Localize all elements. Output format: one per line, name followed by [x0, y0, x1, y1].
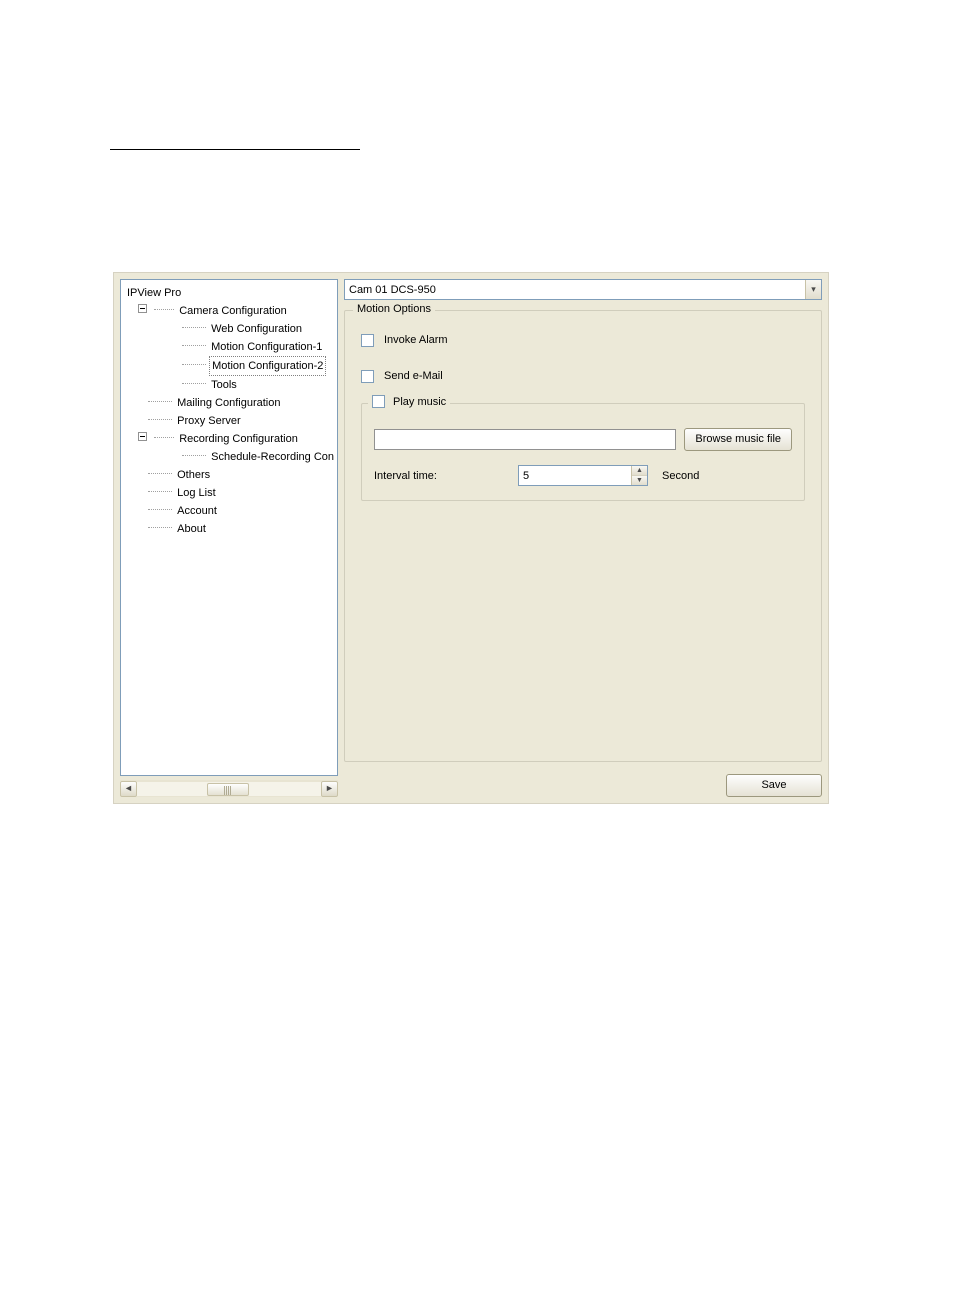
scroll-track[interactable] [137, 781, 321, 797]
interval-spinner[interactable]: 5 ▲ ▼ [518, 465, 648, 486]
play-music-group: Play music Browse music file Interval ti… [361, 403, 805, 501]
tree-item-camera-config[interactable]: Camera Configuration [177, 302, 289, 320]
minus-icon[interactable] [138, 432, 147, 441]
camera-select[interactable]: Cam 01 DCS-950 ▾ [344, 279, 822, 300]
motion-options-group: Motion Options Invoke Alarm Send e-Mail … [344, 310, 822, 762]
interval-label: Interval time: [374, 470, 504, 482]
invoke-alarm-checkbox[interactable] [361, 334, 374, 347]
tree-panel: IPView Pro Camera Configuration [120, 279, 338, 797]
tree-item-motion1[interactable]: Motion Configuration-1 [209, 338, 324, 356]
tree-item-loglist[interactable]: Log List [175, 484, 218, 502]
tree-item-proxy[interactable]: Proxy Server [175, 412, 243, 430]
scroll-left-icon[interactable]: ◄ [120, 781, 137, 797]
motion-options-legend: Motion Options [353, 303, 435, 315]
interval-value: 5 [523, 470, 529, 482]
save-button[interactable]: Save [726, 774, 822, 797]
tree-view[interactable]: IPView Pro Camera Configuration [120, 279, 338, 776]
send-email-checkbox[interactable] [361, 370, 374, 383]
tree-item-mailing[interactable]: Mailing Configuration [175, 394, 282, 412]
send-email-label: Send e-Mail [384, 370, 443, 382]
invoke-alarm-label: Invoke Alarm [384, 334, 448, 346]
minus-icon[interactable] [138, 304, 147, 313]
right-panel: Cam 01 DCS-950 ▾ Motion Options Invoke A… [344, 279, 822, 797]
tree-item-recording[interactable]: Recording Configuration [177, 430, 300, 448]
spinner-up-icon[interactable]: ▲ [632, 466, 647, 476]
music-file-input[interactable] [374, 429, 676, 450]
tree-item-about[interactable]: About [175, 520, 208, 538]
scroll-thumb[interactable] [207, 783, 249, 796]
chevron-down-icon[interactable]: ▾ [805, 280, 821, 299]
tree-item-motion2[interactable]: Motion Configuration-2 [209, 356, 326, 376]
camera-select-value: Cam 01 DCS-950 [349, 284, 436, 296]
tree-item-tools[interactable]: Tools [209, 376, 239, 394]
tree-item-web-config[interactable]: Web Configuration [209, 320, 304, 338]
browse-music-button[interactable]: Browse music file [684, 428, 792, 451]
scroll-right-icon[interactable]: ► [321, 781, 338, 797]
tree-hscrollbar[interactable]: ◄ ► [120, 780, 338, 797]
tree-root[interactable]: IPView Pro [125, 284, 183, 302]
play-music-label: Play music [393, 396, 446, 408]
play-music-checkbox[interactable] [372, 395, 385, 408]
tree-item-others[interactable]: Others [175, 466, 212, 484]
interval-unit: Second [662, 470, 699, 482]
tree-item-account[interactable]: Account [175, 502, 219, 520]
app-window: IPView Pro Camera Configuration [113, 272, 829, 804]
spinner-down-icon[interactable]: ▼ [632, 476, 647, 485]
tree-item-schedule[interactable]: Schedule-Recording Con [209, 448, 336, 466]
